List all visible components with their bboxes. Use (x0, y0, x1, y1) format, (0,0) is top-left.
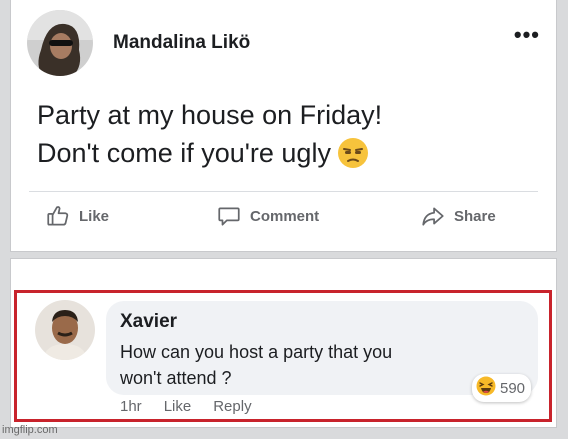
author-name[interactable]: Mandalina Likö (113, 32, 250, 54)
like-button[interactable]: Like (45, 203, 109, 229)
author-avatar[interactable] (27, 10, 93, 76)
post-text-line-2: Don't come if you're ugly (37, 134, 527, 179)
post-text: Party at my house on Friday! Don't come … (37, 96, 527, 179)
comment-label: Comment (250, 207, 320, 225)
thumbs-up-icon (45, 203, 71, 229)
like-label: Like (79, 207, 110, 225)
more-options-button[interactable]: ••• (514, 22, 540, 48)
share-label: Share (454, 207, 496, 225)
watermark-text: imgflip.com (2, 424, 58, 436)
post-text-line-2-text: Don't come if you're ugly (37, 138, 331, 168)
post-text-line-1: Party at my house on Friday! (37, 100, 383, 130)
comment-button[interactable]: Comment (216, 203, 319, 229)
share-button[interactable]: Share (420, 203, 496, 229)
highlight-frame (14, 290, 552, 422)
comment-bubble-icon (216, 203, 242, 229)
post-divider (29, 191, 538, 192)
unamused-face-icon (337, 137, 369, 179)
post-card: Mandalina Likö ••• Party at my house on … (10, 0, 557, 252)
share-arrow-icon (420, 203, 446, 229)
post-actions: Like Comment Share (11, 203, 556, 237)
